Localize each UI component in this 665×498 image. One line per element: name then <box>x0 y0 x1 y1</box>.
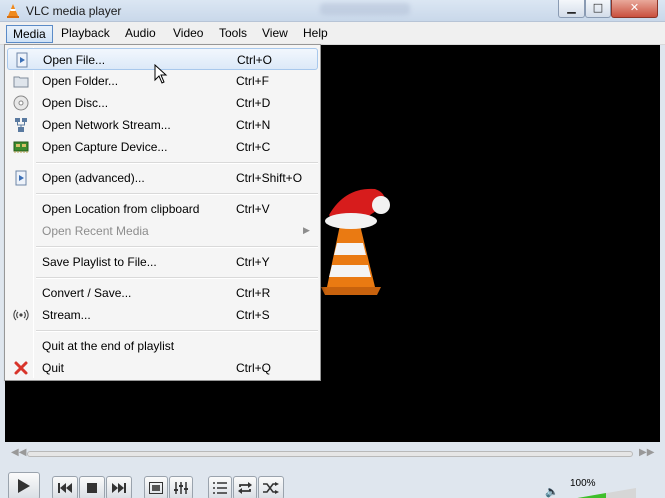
menu-item-shortcut: Ctrl+Shift+O <box>236 171 303 185</box>
fullscreen-button[interactable] <box>144 476 168 498</box>
seek-bar[interactable]: ◀◀ ▶▶ <box>5 446 660 464</box>
menu-separator <box>36 277 318 279</box>
window-title: VLC media player <box>26 4 122 18</box>
quit-icon <box>14 361 28 375</box>
media-menu: Open File... Ctrl+O Open Folder... Ctrl+… <box>4 44 321 381</box>
mouse-cursor-icon <box>154 64 168 84</box>
playlist-icon <box>213 482 227 494</box>
close-button[interactable]: ✕ <box>611 0 658 18</box>
volume-slider[interactable] <box>566 488 636 498</box>
menu-media[interactable]: Media <box>6 25 53 43</box>
maximize-button[interactable]: □ <box>585 0 611 18</box>
next-icon <box>112 483 126 493</box>
extended-settings-button[interactable] <box>169 476 193 498</box>
maximize-icon: □ <box>592 1 604 14</box>
menu-item-open-disc[interactable]: Open Disc... Ctrl+D <box>7 92 318 114</box>
stream-icon <box>13 309 29 321</box>
menu-item-label: Open Disc... <box>42 96 109 110</box>
menu-video[interactable]: Video <box>167 25 209 43</box>
menu-item-label: Open (advanced)... <box>42 171 145 185</box>
menu-item-label: Open Folder... <box>42 74 119 88</box>
menu-item-label: Open File... <box>43 53 106 67</box>
fullscreen-icon <box>149 482 163 494</box>
title-bar: VLC media player ▁ □ ✕ <box>0 0 665 22</box>
menu-item-shortcut: Ctrl+N <box>236 118 271 132</box>
menu-item-shortcut: Ctrl+F <box>236 74 269 88</box>
vlc-christmas-cone-logo <box>321 188 390 295</box>
menu-view[interactable]: View <box>256 25 294 43</box>
menu-item-shortcut: Ctrl+S <box>236 308 270 322</box>
next-button[interactable] <box>106 476 132 498</box>
menu-item-convert-save[interactable]: Convert / Save... Ctrl+R <box>7 282 318 304</box>
menu-item-shortcut: Ctrl+D <box>236 96 271 110</box>
menu-item-label: Convert / Save... <box>42 286 132 300</box>
close-icon: ✕ <box>629 1 640 14</box>
playlist-button[interactable] <box>208 476 232 498</box>
menu-item-open-capture-device[interactable]: Open Capture Device... Ctrl+C <box>7 136 318 158</box>
menu-playback[interactable]: Playback <box>55 25 116 43</box>
menu-bar: Media Playback Audio Video Tools View He… <box>0 22 665 45</box>
network-icon <box>15 118 27 132</box>
shuffle-icon <box>263 482 279 494</box>
menu-item-save-playlist[interactable]: Save Playlist to File... Ctrl+Y <box>7 251 318 273</box>
equalizer-icon <box>174 482 188 494</box>
menu-item-stream[interactable]: Stream... Ctrl+S <box>7 304 318 326</box>
vlc-cone-icon <box>7 4 19 18</box>
loop-icon <box>238 482 252 494</box>
menu-item-label: Quit <box>42 361 65 375</box>
menu-item-label: Open Capture Device... <box>42 140 168 154</box>
menu-item-label: Open Network Stream... <box>42 118 171 132</box>
menu-help[interactable]: Help <box>297 25 334 43</box>
menu-separator <box>36 162 318 164</box>
menu-item-quit-end-playlist[interactable]: Quit at the end of playlist <box>7 335 318 357</box>
minimize-icon: ▁ <box>567 1 576 14</box>
menu-item-shortcut: Ctrl+O <box>237 53 273 67</box>
capture-card-icon <box>13 141 29 153</box>
stop-button[interactable] <box>79 476 105 498</box>
menu-item-open-recent-media[interactable]: Open Recent Media ▶ <box>7 220 318 242</box>
menu-item-label: Save Playlist to File... <box>42 255 157 269</box>
play-icon <box>18 479 30 493</box>
seek-track[interactable] <box>27 451 633 457</box>
menu-item-shortcut: Ctrl+C <box>236 140 271 154</box>
menu-item-label: Open Recent Media <box>42 224 149 238</box>
blurred-background-text <box>320 3 410 15</box>
menu-item-shortcut: Ctrl+Y <box>236 255 270 269</box>
open-file-icon <box>16 52 28 68</box>
menu-tools[interactable]: Tools <box>213 25 253 43</box>
menu-item-label: Stream... <box>42 308 91 322</box>
menu-audio[interactable]: Audio <box>119 25 162 43</box>
loop-button[interactable] <box>233 476 257 498</box>
menu-separator <box>36 330 318 332</box>
open-advanced-icon <box>15 170 27 186</box>
minimize-button[interactable]: ▁ <box>558 0 585 18</box>
menu-item-quit[interactable]: Quit Ctrl+Q <box>7 357 318 379</box>
menu-item-open-network-stream[interactable]: Open Network Stream... Ctrl+N <box>7 114 318 136</box>
stop-icon <box>87 483 97 493</box>
previous-button[interactable] <box>52 476 78 498</box>
folder-icon <box>13 76 29 88</box>
shuffle-button[interactable] <box>258 476 284 498</box>
menu-item-open-location-clipboard[interactable]: Open Location from clipboard Ctrl+V <box>7 198 318 220</box>
menu-item-shortcut: Ctrl+V <box>236 202 270 216</box>
submenu-arrow-icon: ▶ <box>303 225 310 235</box>
seek-back-arrow-icon: ◀◀ <box>11 447 27 458</box>
menu-item-shortcut: Ctrl+R <box>236 286 271 300</box>
menu-item-label: Quit at the end of playlist <box>42 339 175 353</box>
play-button[interactable] <box>8 472 40 498</box>
menu-item-shortcut: Ctrl+Q <box>236 361 272 375</box>
seek-forward-arrow-icon: ▶▶ <box>639 447 655 458</box>
disc-icon <box>13 95 29 111</box>
menu-separator <box>36 193 318 195</box>
speaker-icon[interactable]: 🔈 <box>545 485 559 498</box>
previous-icon <box>58 483 72 493</box>
menu-item-label: Open Location from clipboard <box>42 202 200 216</box>
menu-item-open-advanced[interactable]: Open (advanced)... Ctrl+Shift+O <box>7 167 318 189</box>
menu-separator <box>36 246 318 248</box>
